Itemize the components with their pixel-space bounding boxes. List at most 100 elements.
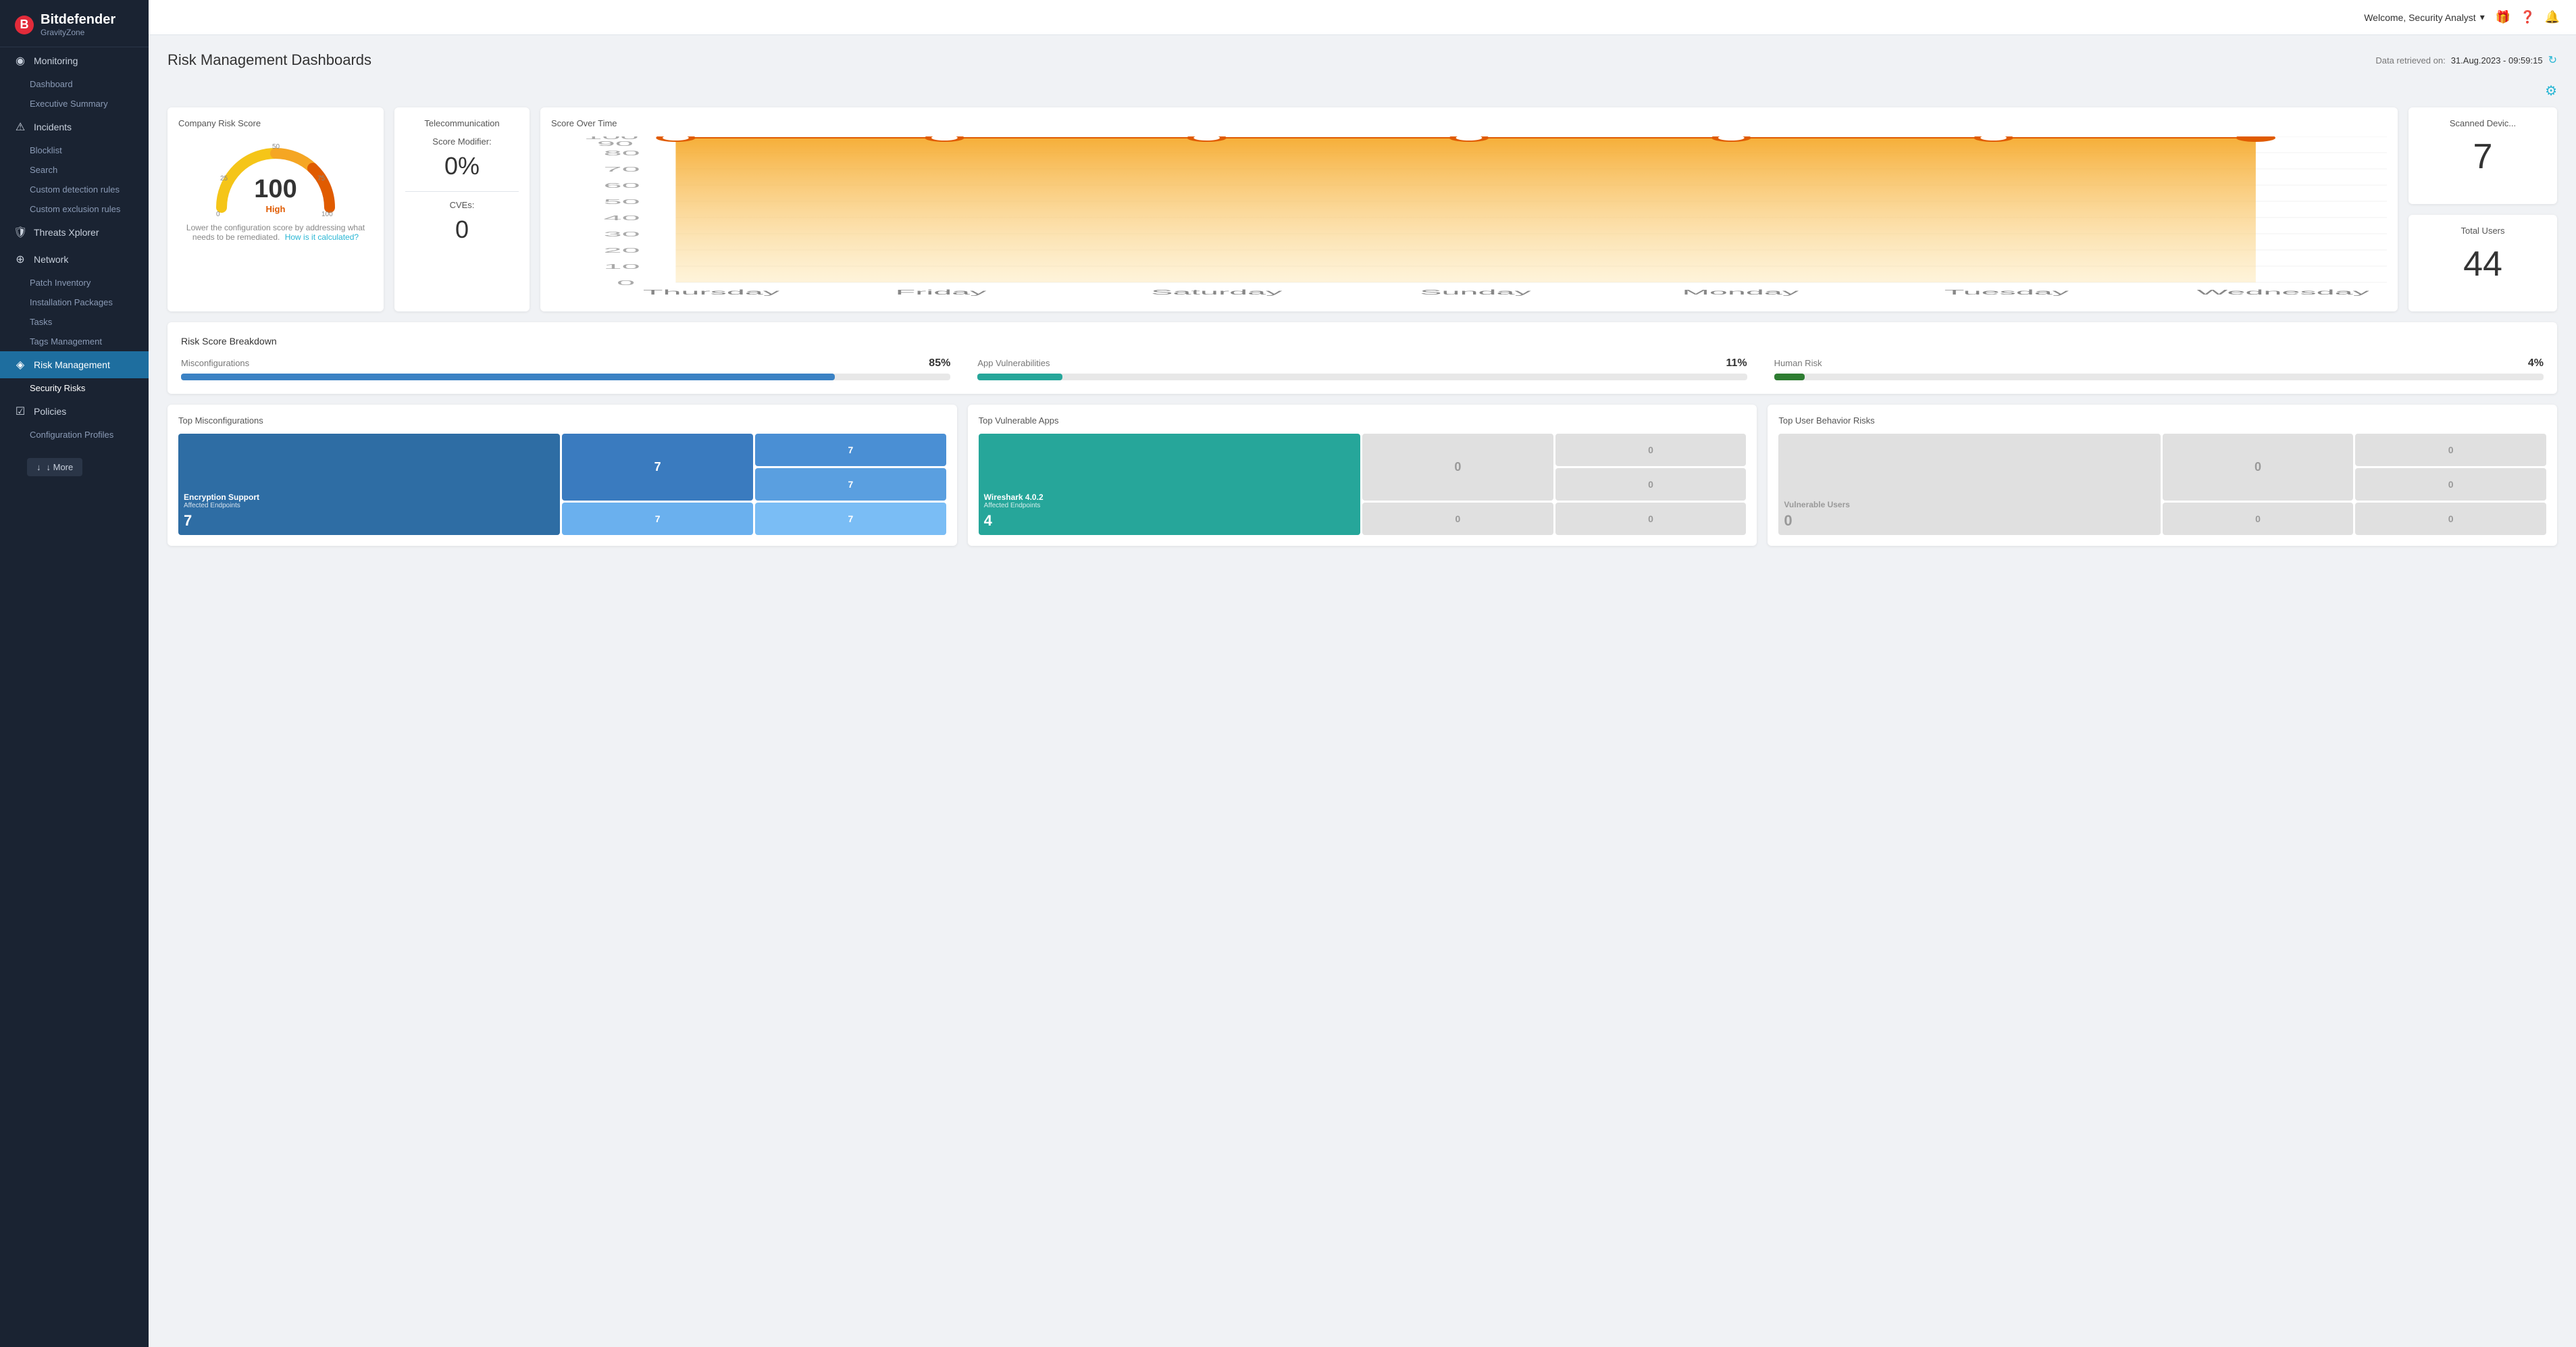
svg-text:75: 75 <box>317 175 326 182</box>
vuln-apps-cell-3[interactable]: 0 <box>1555 434 1747 466</box>
data-retrieved: Data retrieved on: 31.Aug.2023 - 09:59:1… <box>2375 53 2557 67</box>
telecom-title: Telecommunication <box>405 118 519 128</box>
misconfigs-main-label: Encryption Support <box>184 492 555 502</box>
vuln-apps-cell-4[interactable]: 0 <box>1555 468 1747 501</box>
sidebar-item-risk-management[interactable]: ◈ Risk Management <box>0 351 149 378</box>
data-retrieved-label: Data retrieved on: <box>2375 55 2445 66</box>
misconfigs-main-cell[interactable]: Encryption Support Affected Endpoints 7 <box>178 434 560 535</box>
misconfigs-bar-bg <box>181 374 950 380</box>
app-vuln-pct: 11% <box>1726 357 1747 370</box>
telecom-divider <box>405 191 519 192</box>
gift-icon[interactable]: 🎁 <box>2496 10 2510 24</box>
risk-icon: ◈ <box>14 358 27 372</box>
monitoring-icon: ◉ <box>14 54 27 68</box>
refresh-icon[interactable]: ↻ <box>2548 53 2557 67</box>
sidebar-item-custom-detection[interactable]: Custom detection rules <box>0 180 149 199</box>
misconfigs-cell-5[interactable]: 7 <box>562 503 753 535</box>
svg-text:High: High <box>266 204 286 214</box>
vuln-apps-cell-6[interactable]: 0 <box>1555 503 1747 535</box>
svg-text:100: 100 <box>254 175 297 203</box>
breakdown-misconfigs: Misconfigurations 85% <box>181 357 950 380</box>
sidebar-item-blocklist[interactable]: Blocklist <box>0 141 149 160</box>
sidebar-item-config-profiles[interactable]: Configuration Profiles <box>0 425 149 444</box>
svg-text:70: 70 <box>604 166 640 173</box>
sidebar-item-search[interactable]: Search <box>0 160 149 180</box>
sidebar-item-installation-packages[interactable]: Installation Packages <box>0 293 149 312</box>
user-risks-cell-3[interactable]: 0 <box>2355 434 2546 466</box>
svg-text:25: 25 <box>220 175 228 182</box>
svg-text:100: 100 <box>321 211 333 218</box>
data-retrieved-value: 31.Aug.2023 - 09:59:15 <box>2451 55 2543 66</box>
user-risks-cell-2[interactable]: 0 <box>2163 434 2354 501</box>
svg-text:20: 20 <box>604 247 640 254</box>
sidebar-item-executive-summary[interactable]: Executive Summary <box>0 94 149 113</box>
more-button[interactable]: ↓ ↓ More <box>27 458 82 476</box>
score-over-time-title: Score Over Time <box>551 118 2387 128</box>
top-cards-row: Company Risk Score 0 25 50 <box>168 107 2557 311</box>
score-over-time-card: Score Over Time 0 10 20 30 40 50 60 70 8… <box>540 107 2398 311</box>
user-risks-main-cell[interactable]: Vulnerable Users 0 <box>1778 434 2160 535</box>
app-subtitle: GravityZone <box>41 28 115 37</box>
vuln-apps-cell-2[interactable]: 0 <box>1362 434 1553 501</box>
sidebar-item-tags-management[interactable]: Tags Management <box>0 332 149 351</box>
misconfigs-cell-2[interactable]: 7 <box>562 434 753 501</box>
bitdefender-logo-icon: B <box>14 14 35 36</box>
app-vuln-label: App Vulnerabilities <box>977 358 1050 368</box>
network-icon: ⊕ <box>14 253 27 266</box>
misconfigs-main-sub: Affected Endpoints <box>184 502 555 509</box>
telecom-modifier-value: 0% <box>405 152 519 180</box>
user-risks-cell-5[interactable]: 0 <box>2163 503 2354 535</box>
telecom-modifier-label: Score Modifier: <box>405 136 519 147</box>
svg-text:Tuesday: Tuesday <box>1944 288 2069 296</box>
top-vulnerable-apps-title: Top Vulnerable Apps <box>979 415 1747 426</box>
misconfigs-label: Misconfigurations <box>181 358 249 368</box>
user-risks-main-label: Vulnerable Users <box>1784 500 2155 509</box>
gauge-container: 0 25 50 75 100 100 High <box>208 136 343 211</box>
breakdown-items: Misconfigurations 85% App Vulnerabilitie… <box>181 357 2544 380</box>
notification-icon[interactable]: 🔔 <box>2545 10 2560 24</box>
top-user-risks-title: Top User Behavior Risks <box>1778 415 2546 426</box>
sidebar: B Bitdefender GravityZone ◉ Monitoring D… <box>0 0 149 1347</box>
topbar-icons: 🎁 ❓ 🔔 <box>2496 10 2560 24</box>
misconfigs-pct: 85% <box>929 357 950 370</box>
sidebar-item-patch-inventory[interactable]: Patch Inventory <box>0 273 149 293</box>
telecom-cves-value: 0 <box>405 215 519 244</box>
main-content: Welcome, Security Analyst ▾ 🎁 ❓ 🔔 Risk M… <box>149 0 2576 1347</box>
policies-label: Policies <box>34 406 66 417</box>
more-arrow-icon: ↓ <box>36 462 41 472</box>
user-risks-treemap: Vulnerable Users 0 0 0 0 0 0 <box>1778 434 2546 535</box>
how-calculated-link[interactable]: How is it calculated? <box>285 232 359 242</box>
total-users-value: 44 <box>2422 244 2544 284</box>
human-risk-label: Human Risk <box>1774 358 1822 368</box>
sidebar-item-dashboard[interactable]: Dashboard <box>0 74 149 94</box>
sidebar-item-incidents[interactable]: ⚠ Incidents <box>0 113 149 141</box>
user-risks-cell-4[interactable]: 0 <box>2355 468 2546 501</box>
sidebar-item-custom-exclusion[interactable]: Custom exclusion rules <box>0 199 149 219</box>
misconfigs-cell-6[interactable]: 7 <box>755 503 946 535</box>
vuln-apps-main-value: 4 <box>984 512 1355 530</box>
score-over-time-chart: 0 10 20 30 40 50 60 70 80 90 100 <box>551 136 2387 299</box>
settings-gear-icon[interactable]: ⚙ <box>2545 82 2557 99</box>
sidebar-item-security-risks[interactable]: Security Risks <box>0 378 149 398</box>
telecom-cves-label: CVEs: <box>405 200 519 210</box>
svg-text:90: 90 <box>597 140 634 147</box>
total-users-title: Total Users <box>2422 226 2544 236</box>
sidebar-item-monitoring[interactable]: ◉ Monitoring <box>0 47 149 74</box>
sidebar-item-threats-xplorer[interactable]: 🛡 Threats Xplorer <box>0 219 149 246</box>
content-area: Risk Management Dashboards Data retrieve… <box>149 35 2576 1347</box>
sidebar-item-network[interactable]: ⊕ Network <box>0 246 149 273</box>
svg-text:0: 0 <box>617 279 635 286</box>
user-menu[interactable]: Welcome, Security Analyst ▾ <box>2364 11 2485 23</box>
incidents-icon: ⚠ <box>14 120 27 134</box>
vuln-apps-main-cell[interactable]: Wireshark 4.0.2 Affected Endpoints 4 <box>979 434 1360 535</box>
svg-text:Sunday: Sunday <box>1420 288 1531 296</box>
sidebar-item-policies[interactable]: ☑ Policies <box>0 398 149 425</box>
sidebar-item-tasks[interactable]: Tasks <box>0 312 149 332</box>
help-icon[interactable]: ❓ <box>2520 10 2535 24</box>
misconfigs-cell-3[interactable]: 7 <box>755 434 946 466</box>
svg-text:Thursday: Thursday <box>643 288 780 296</box>
misconfigs-cell-4[interactable]: 7 <box>755 468 946 501</box>
user-risks-cell-6[interactable]: 0 <box>2355 503 2546 535</box>
vuln-apps-cell-5[interactable]: 0 <box>1362 503 1553 535</box>
misconfigs-treemap: Encryption Support Affected Endpoints 7 … <box>178 434 946 535</box>
